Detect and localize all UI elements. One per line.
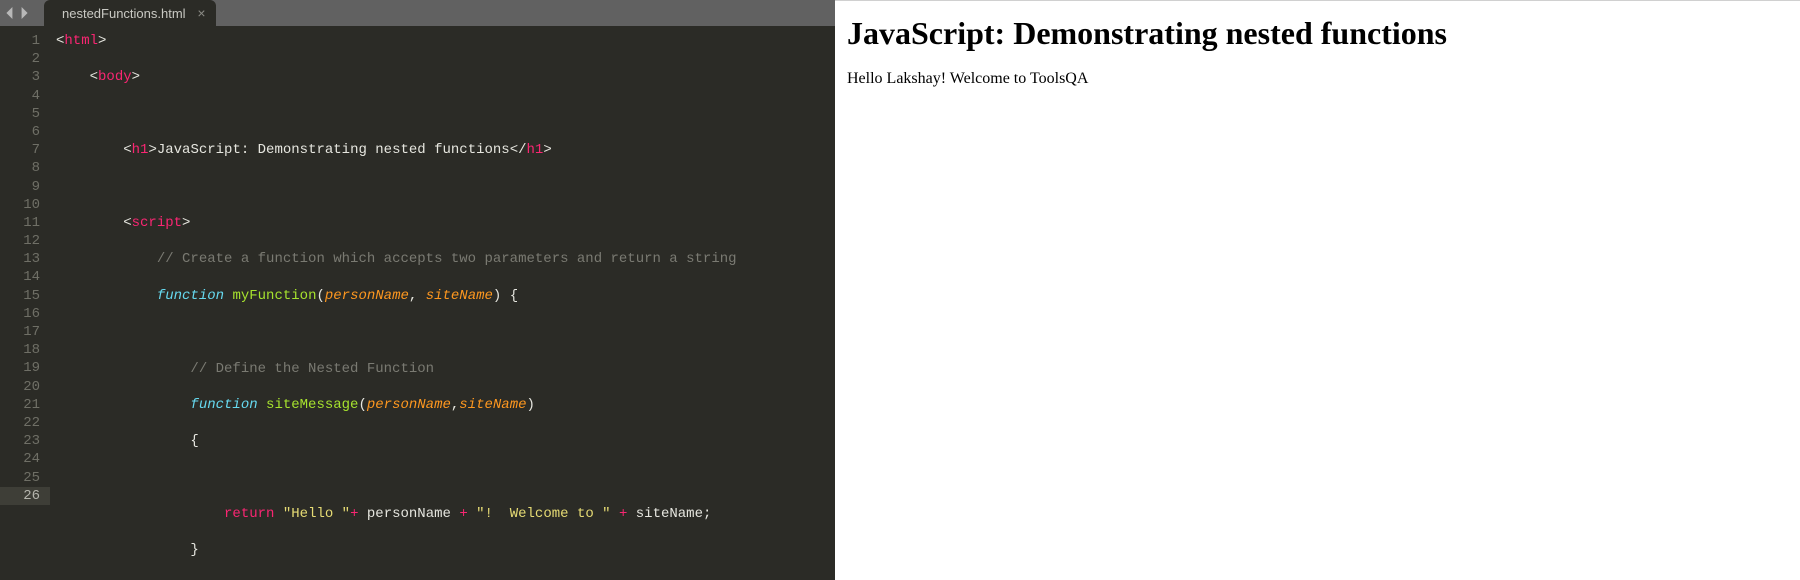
code-line: // Create a function which accepts two p… (56, 250, 835, 268)
line-number: 21 (0, 396, 40, 414)
code-body[interactable]: <html> <body> <h1>JavaScript: Demonstrat… (50, 26, 835, 580)
line-number: 10 (0, 196, 40, 214)
code-line: } (56, 541, 835, 559)
line-number: 17 (0, 323, 40, 341)
code-line: <body> (56, 68, 835, 86)
line-number: 5 (0, 105, 40, 123)
line-number: 1 (0, 32, 40, 50)
page-body-text: Hello Lakshay! Welcome to ToolsQA (847, 70, 1790, 88)
code-line: <script> (56, 214, 835, 232)
line-number: 16 (0, 305, 40, 323)
line-number: 22 (0, 414, 40, 432)
file-tab-label: nestedFunctions.html (62, 6, 186, 21)
code-line (56, 323, 835, 341)
line-number: 7 (0, 141, 40, 159)
line-number: 6 (0, 123, 40, 141)
code-line: <html> (56, 32, 835, 50)
code-line (56, 105, 835, 123)
code-line: { (56, 432, 835, 450)
file-nav-arrows (0, 0, 38, 26)
nav-back-icon[interactable] (4, 7, 16, 19)
code-line: // Define the Nested Function (56, 360, 835, 378)
line-number: 4 (0, 87, 40, 105)
line-number: 12 (0, 232, 40, 250)
file-tab[interactable]: nestedFunctions.html × (44, 0, 216, 26)
nav-forward-icon[interactable] (18, 7, 30, 19)
line-number-gutter: 1234567891011121314151617181920212223242… (0, 26, 50, 580)
code-line (56, 178, 835, 196)
line-number: 2 (0, 50, 40, 68)
line-number: 20 (0, 378, 40, 396)
code-line (56, 469, 835, 487)
line-number: 9 (0, 178, 40, 196)
line-number: 23 (0, 432, 40, 450)
line-number: 19 (0, 359, 40, 377)
page-title: JavaScript: Demonstrating nested functio… (847, 15, 1790, 52)
code-line: return "Hello "+ personName + "! Welcome… (56, 505, 835, 523)
line-number: 15 (0, 287, 40, 305)
line-number: 8 (0, 159, 40, 177)
code-area: 1234567891011121314151617181920212223242… (0, 26, 835, 580)
line-number: 26 (0, 487, 50, 505)
line-number: 3 (0, 68, 40, 86)
browser-output-pane: JavaScript: Demonstrating nested functio… (835, 0, 1800, 580)
close-icon[interactable]: × (197, 5, 205, 21)
tab-bar: nestedFunctions.html × (0, 0, 835, 26)
app-root: nestedFunctions.html × 12345678910111213… (0, 0, 1800, 580)
line-number: 18 (0, 341, 40, 359)
code-line: <h1>JavaScript: Demonstrating nested fun… (56, 141, 835, 159)
line-number: 13 (0, 250, 40, 268)
editor-pane: nestedFunctions.html × 12345678910111213… (0, 0, 835, 580)
line-number: 25 (0, 469, 40, 487)
line-number: 14 (0, 268, 40, 286)
line-number: 24 (0, 450, 40, 468)
code-line: function siteMessage(personName,siteName… (56, 396, 835, 414)
code-line: function myFunction(personName, siteName… (56, 287, 835, 305)
line-number: 11 (0, 214, 40, 232)
